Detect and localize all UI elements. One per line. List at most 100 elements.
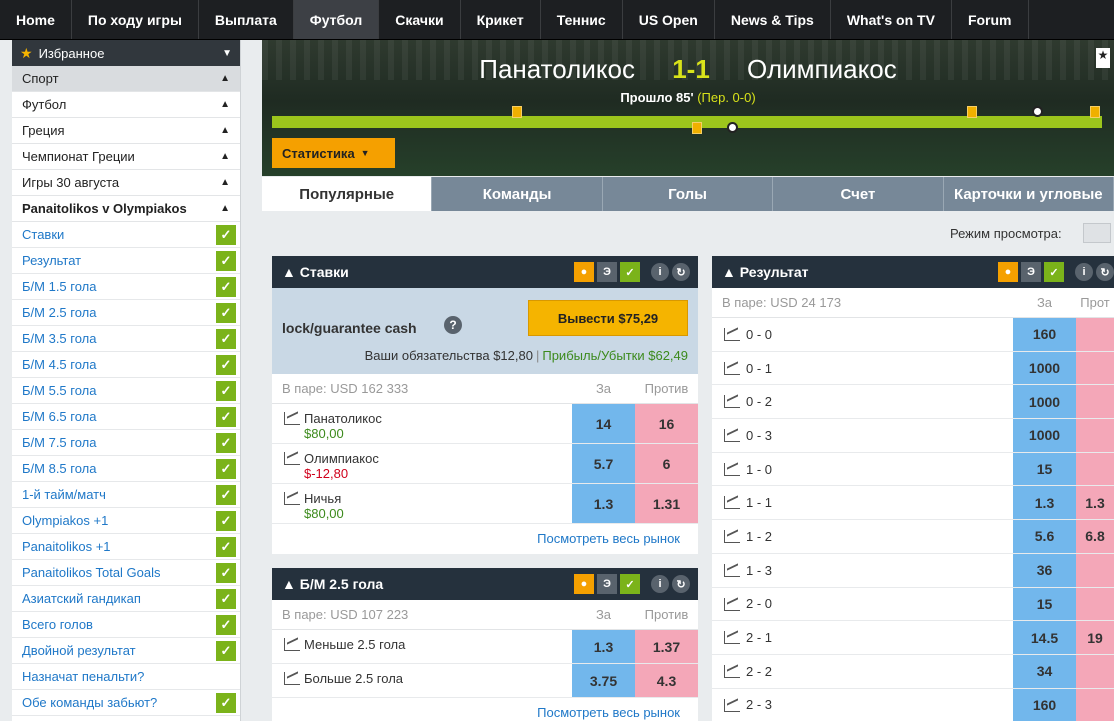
chart-icon[interactable] xyxy=(724,395,740,409)
sidebar-crumb-date[interactable]: Игры 30 августа ▲ xyxy=(12,170,240,196)
info-icon[interactable]: i xyxy=(1075,263,1093,281)
see-all-link[interactable]: Посмотреть весь рынок xyxy=(272,524,698,554)
check-icon[interactable]: ✓ xyxy=(216,640,236,661)
nav-cricket[interactable]: Крикет xyxy=(461,0,541,39)
lay-odds-button[interactable] xyxy=(1076,318,1114,351)
sidebar-crumb-league[interactable]: Чемпионат Греции ▲ xyxy=(12,144,240,170)
sidebar-market-item[interactable]: Двойной результат ✓ xyxy=(12,638,240,664)
back-odds-button[interactable]: 1.3 xyxy=(572,484,635,523)
inplay-icon[interactable]: ● xyxy=(998,262,1018,282)
chart-icon[interactable] xyxy=(284,638,300,651)
tab-teams[interactable]: Команды xyxy=(432,177,603,211)
chart-icon[interactable] xyxy=(284,412,300,425)
back-odds-button[interactable]: 15 xyxy=(1013,587,1076,621)
chart-icon[interactable] xyxy=(724,698,740,712)
back-odds-button[interactable]: 5.7 xyxy=(572,444,635,483)
back-odds-button[interactable]: 14 xyxy=(572,404,635,443)
statistics-button[interactable]: Статистика ▼ xyxy=(272,138,395,168)
check-icon[interactable]: ✓ xyxy=(216,224,236,245)
check-icon[interactable]: ✓ xyxy=(216,536,236,557)
inplay-icon[interactable]: ● xyxy=(574,262,594,282)
nav-racing[interactable]: Скачки xyxy=(379,0,461,39)
check-icon[interactable]: ✓ xyxy=(216,328,236,349)
check-icon[interactable]: ✓ xyxy=(620,262,640,282)
lay-odds-button[interactable]: 1.31 xyxy=(635,484,698,523)
tab-score[interactable]: Счет xyxy=(773,177,944,211)
info-icon[interactable]: i xyxy=(651,263,669,281)
chart-icon[interactable] xyxy=(724,361,740,375)
sidebar-market-item[interactable]: Б/М 5.5 гола ✓ xyxy=(12,378,240,404)
check-icon[interactable]: ✓ xyxy=(216,250,236,271)
exchange-icon[interactable]: Э xyxy=(597,574,617,594)
sidebar-market-item[interactable]: 1-й тайм/матч ✓ xyxy=(12,482,240,508)
lay-odds-button[interactable]: 4.3 xyxy=(635,664,698,697)
sidebar-market-item[interactable]: Olympiakos +1 ✓ xyxy=(12,508,240,534)
chart-icon[interactable] xyxy=(724,597,740,611)
lay-odds-button[interactable]: 16 xyxy=(635,404,698,443)
lay-odds-button[interactable] xyxy=(1076,553,1114,587)
chart-icon[interactable] xyxy=(724,631,740,645)
chart-icon[interactable] xyxy=(724,496,740,510)
tab-cards-corners[interactable]: Карточки и угловые xyxy=(944,177,1114,211)
chart-icon[interactable] xyxy=(284,492,300,505)
back-odds-button[interactable]: 160 xyxy=(1013,318,1076,351)
sidebar-market-item[interactable]: Б/М 7.5 гола ✓ xyxy=(12,430,240,456)
lay-odds-button[interactable]: 1.37 xyxy=(635,630,698,663)
check-icon[interactable]: ✓ xyxy=(216,302,236,323)
sidebar-market-item[interactable]: Азиатский гандикап ✓ xyxy=(12,586,240,612)
chart-icon[interactable] xyxy=(284,452,300,465)
sidebar-market-item[interactable]: Б/М 3.5 гола ✓ xyxy=(12,326,240,352)
back-odds-button[interactable]: 160 xyxy=(1013,688,1076,721)
lay-odds-button[interactable] xyxy=(1076,587,1114,621)
check-icon[interactable]: ✓ xyxy=(216,510,236,531)
info-icon[interactable]: i xyxy=(651,575,669,593)
back-odds-button[interactable]: 1.3 xyxy=(572,630,635,663)
sidebar-market-item[interactable]: Б/М 1.5 гола ✓ xyxy=(12,274,240,300)
lay-odds-button[interactable] xyxy=(1076,419,1114,452)
chart-icon[interactable] xyxy=(724,462,740,476)
nav-football[interactable]: Футбол xyxy=(293,0,380,39)
chart-icon[interactable] xyxy=(724,563,740,577)
nav-tennis[interactable]: Теннис xyxy=(541,0,623,39)
back-odds-button[interactable]: 5.6 xyxy=(1013,520,1076,553)
back-odds-button[interactable]: 15 xyxy=(1013,452,1076,486)
lay-odds-button[interactable] xyxy=(1076,452,1114,486)
sidebar-crumb-event[interactable]: Panaitolikos v Olympiakos ▲ xyxy=(12,196,240,222)
sidebar-market-item[interactable]: Б/М 2.5 гола ✓ xyxy=(12,300,240,326)
check-icon[interactable]: ✓ xyxy=(216,406,236,427)
sidebar-market-item[interactable]: Назначат пенальти? xyxy=(12,664,240,690)
exchange-icon[interactable]: Э xyxy=(1021,262,1041,282)
sidebar-market-item[interactable]: Panaitolikos +1 ✓ xyxy=(12,534,240,560)
nav-home[interactable]: Home xyxy=(0,0,72,39)
check-icon[interactable]: ✓ xyxy=(216,588,236,609)
lay-odds-button[interactable] xyxy=(1076,654,1114,688)
back-odds-button[interactable]: 1.3 xyxy=(1013,486,1076,520)
back-odds-button[interactable]: 34 xyxy=(1013,654,1076,688)
sidebar-market-item[interactable]: Всего голов ✓ xyxy=(12,612,240,638)
lay-odds-button[interactable]: 1.3 xyxy=(1076,486,1114,520)
check-icon[interactable]: ✓ xyxy=(216,484,236,505)
check-icon[interactable]: ✓ xyxy=(216,562,236,583)
lay-odds-button[interactable] xyxy=(1076,351,1114,385)
panel-header[interactable]: ▲ Ставки ● Э ✓ i ↻ xyxy=(272,256,698,288)
chart-icon[interactable] xyxy=(284,672,300,685)
chart-icon[interactable] xyxy=(724,328,740,341)
nav-in-play[interactable]: По ходу игры xyxy=(72,0,199,39)
back-odds-button[interactable]: 1000 xyxy=(1013,385,1076,419)
tab-goals[interactable]: Голы xyxy=(603,177,774,211)
refresh-icon[interactable]: ↻ xyxy=(1096,263,1114,281)
see-all-link[interactable]: Посмотреть весь рынок xyxy=(272,698,698,721)
nav-cashout[interactable]: Выплата xyxy=(199,0,294,39)
sidebar-market-item[interactable]: Ставки ✓ xyxy=(12,222,240,248)
nav-forum[interactable]: Forum xyxy=(952,0,1029,39)
tab-popular[interactable]: Популярные xyxy=(262,177,433,211)
lay-odds-button[interactable] xyxy=(1076,688,1114,721)
help-icon[interactable]: ? xyxy=(444,316,462,334)
view-mode-toggle[interactable] xyxy=(1083,223,1111,243)
nav-news-tips[interactable]: News & Tips xyxy=(715,0,831,39)
sidebar-market-item[interactable]: Б/М 6.5 гола ✓ xyxy=(12,404,240,430)
star-icon[interactable]: ★ xyxy=(1096,48,1110,68)
check-icon[interactable]: ✓ xyxy=(216,380,236,401)
chart-icon[interactable] xyxy=(724,530,740,544)
sidebar-market-item[interactable]: Б/М 4.5 гола ✓ xyxy=(12,352,240,378)
